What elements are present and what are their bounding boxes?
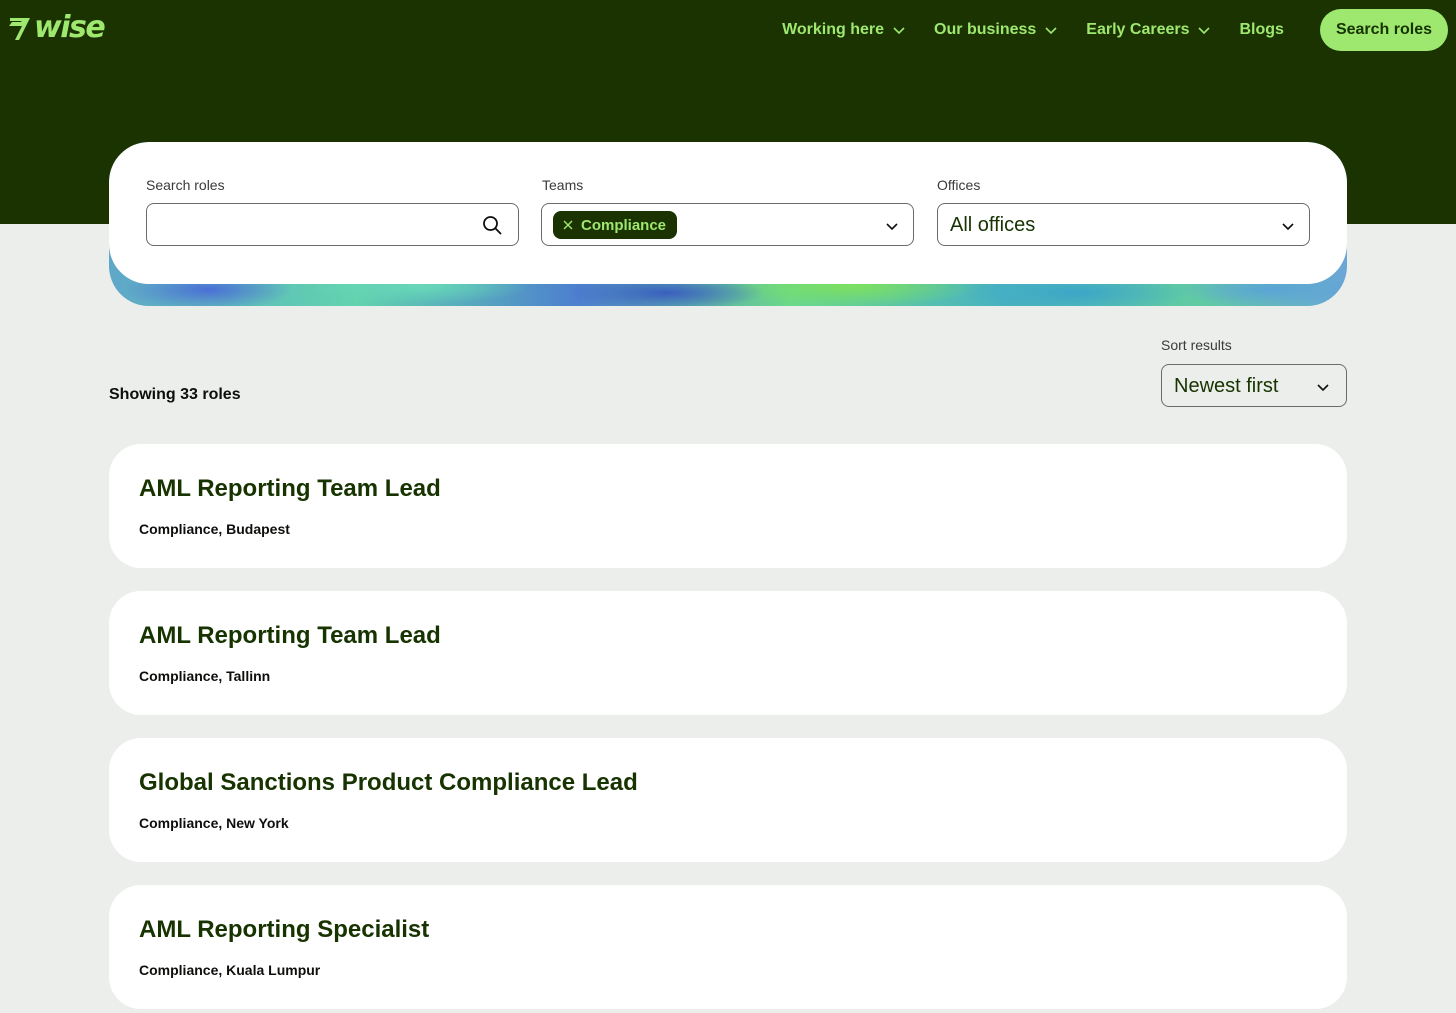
chevron-down-icon [893, 27, 905, 35]
nav-links: Working here Our business Early Careers … [782, 8, 1456, 52]
job-title[interactable]: Global Sanctions Product Compliance Lead [139, 769, 638, 797]
nav-item-label: Our business [934, 21, 1037, 38]
teams-label: Teams [542, 177, 584, 193]
top-navigation: wise Working here Our business Early Car… [0, 0, 1456, 60]
sort-selected-value: Newest first [1174, 375, 1279, 397]
offices-selected-value: All offices [950, 214, 1036, 236]
wise-logo[interactable]: wise [8, 10, 106, 45]
wise-logo-text: wise [34, 10, 106, 45]
job-card[interactable]: AML Reporting Team Lead Compliance, Buda… [109, 444, 1347, 568]
job-team-location: Compliance, Tallinn [139, 668, 271, 684]
filter-panel: Search roles Teams Compliance Offices Al… [109, 142, 1347, 284]
chevron-down-icon[interactable] [1281, 219, 1295, 233]
job-card[interactable]: Global Sanctions Product Compliance Lead… [109, 738, 1347, 862]
job-title[interactable]: AML Reporting Team Lead [139, 622, 441, 650]
job-team-location: Compliance, New York [139, 815, 289, 831]
search-icon[interactable] [482, 215, 502, 235]
job-card[interactable]: AML Reporting Specialist Compliance, Kua… [109, 885, 1347, 1009]
search-filter-card: Search roles Teams Compliance Offices Al… [109, 142, 1347, 306]
job-card[interactable]: AML Reporting Team Lead Compliance, Tall… [109, 591, 1347, 715]
search-roles-label: Search roles [146, 177, 225, 193]
close-icon[interactable] [563, 220, 573, 230]
job-title[interactable]: AML Reporting Specialist [139, 916, 429, 944]
search-roles-button[interactable]: Search roles [1319, 9, 1448, 51]
chevron-down-icon [1198, 27, 1211, 35]
search-roles-field[interactable] [146, 203, 519, 246]
nav-item-label: Early Careers [1086, 21, 1190, 38]
nav-item-label: Blogs [1239, 21, 1284, 38]
team-chip-label: Compliance [581, 216, 667, 234]
wise-flag-icon [9, 18, 30, 40]
job-team-location: Compliance, Kuala Lumpur [139, 962, 321, 978]
offices-select[interactable]: All offices [937, 203, 1310, 246]
team-chip-compliance[interactable]: Compliance [553, 211, 678, 239]
job-team-location: Compliance, Budapest [139, 521, 290, 537]
nav-item-blogs[interactable]: Blogs [1239, 21, 1283, 39]
chevron-down-icon[interactable] [1316, 380, 1330, 394]
search-roles-input[interactable] [157, 204, 467, 245]
chevron-down-icon [1045, 27, 1057, 35]
job-title[interactable]: AML Reporting Team Lead [139, 475, 441, 503]
page: wise Working here Our business Early Car… [0, 0, 1456, 1013]
nav-item-working-here[interactable]: Working here [782, 21, 906, 39]
chevron-down-icon[interactable] [885, 219, 899, 233]
teams-select[interactable]: Compliance [541, 203, 914, 246]
job-list: AML Reporting Team Lead Compliance, Buda… [109, 444, 1347, 1013]
sort-select[interactable]: Newest first [1161, 364, 1347, 407]
nav-item-early-careers[interactable]: Early Careers [1086, 21, 1211, 39]
offices-label: Offices [937, 177, 981, 193]
sort-results-label: Sort results [1161, 337, 1232, 353]
nav-item-label: Working here [782, 21, 885, 38]
nav-item-our-business[interactable]: Our business [934, 21, 1058, 39]
results-count: Showing 33 roles [109, 386, 241, 403]
